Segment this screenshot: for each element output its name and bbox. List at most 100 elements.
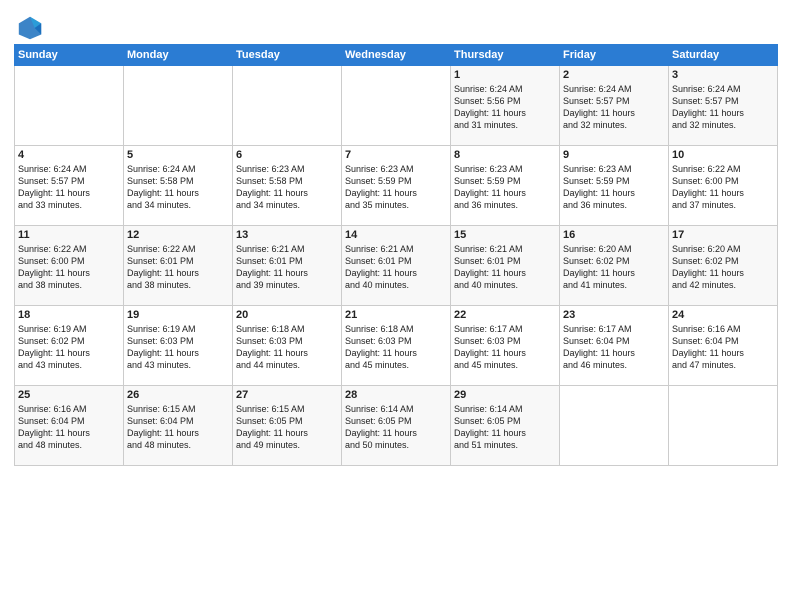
- cell-info: Sunrise: 6:21 AMSunset: 6:01 PMDaylight:…: [236, 243, 338, 292]
- week-row-1: 4Sunrise: 6:24 AMSunset: 5:57 PMDaylight…: [15, 146, 778, 226]
- cell-0-3: [342, 66, 451, 146]
- day-number: 7: [345, 149, 447, 161]
- col-header-friday: Friday: [560, 45, 669, 66]
- cell-0-0: [15, 66, 124, 146]
- cell-3-3: 21 Sunrise: 6:18 AMSunset: 6:03 PMDayligh…: [342, 306, 451, 386]
- cell-info: Sunrise: 6:18 AMSunset: 6:03 PMDaylight:…: [345, 323, 447, 372]
- cell-info: Sunrise: 6:24 AMSunset: 5:56 PMDaylight:…: [454, 83, 556, 132]
- cell-2-1: 12Sunrise: 6:22 AMSunset: 6:01 PMDayligh…: [124, 226, 233, 306]
- cell-info: Sunrise: 6:20 AMSunset: 6:02 PMDaylight:…: [672, 243, 774, 292]
- cell-1-4: 8 Sunrise: 6:23 AMSunset: 5:59 PMDaylight…: [451, 146, 560, 226]
- cell-0-6: 3 Sunrise: 6:24 AMSunset: 5:57 PMDaylight…: [669, 66, 778, 146]
- cell-3-0: 18 Sunrise: 6:19 AMSunset: 6:02 PMDayligh…: [15, 306, 124, 386]
- header-row: SundayMondayTuesdayWednesdayThursdayFrid…: [15, 45, 778, 66]
- week-row-4: 25 Sunrise: 6:16 AMSunset: 6:04 PMDayligh…: [15, 386, 778, 466]
- page: SundayMondayTuesdayWednesdayThursdayFrid…: [0, 0, 792, 612]
- day-number: 3: [672, 69, 774, 81]
- day-number: 23: [563, 309, 665, 321]
- cell-3-5: 23 Sunrise: 6:17 AMSunset: 6:04 PMDayligh…: [560, 306, 669, 386]
- day-number: 19: [127, 309, 229, 321]
- day-number: 16: [563, 229, 665, 241]
- day-number: 6: [236, 149, 338, 161]
- cell-0-4: 1 Sunrise: 6:24 AMSunset: 5:56 PMDaylight…: [451, 66, 560, 146]
- cell-info: Sunrise: 6:14 AMSunset: 6:05 PMDaylight:…: [454, 403, 556, 452]
- col-header-saturday: Saturday: [669, 45, 778, 66]
- day-number: 13: [236, 229, 338, 241]
- cell-info: Sunrise: 6:24 AMSunset: 5:57 PMDaylight:…: [563, 83, 665, 132]
- cell-0-2: [233, 66, 342, 146]
- calendar-table: SundayMondayTuesdayWednesdayThursdayFrid…: [14, 44, 778, 466]
- col-header-tuesday: Tuesday: [233, 45, 342, 66]
- day-number: 17: [672, 229, 774, 241]
- day-number: 1: [454, 69, 556, 81]
- cell-2-5: 16 Sunrise: 6:20 AMSunset: 6:02 PMDayligh…: [560, 226, 669, 306]
- day-number: 11: [18, 229, 120, 241]
- day-number: 8: [454, 149, 556, 161]
- cell-1-1: 5 Sunrise: 6:24 AMSunset: 5:58 PMDaylight…: [124, 146, 233, 226]
- day-number: 5: [127, 149, 229, 161]
- cell-info: Sunrise: 6:16 AMSunset: 6:04 PMDaylight:…: [18, 403, 120, 452]
- day-number: 25: [18, 389, 120, 401]
- cell-1-3: 7 Sunrise: 6:23 AMSunset: 5:59 PMDaylight…: [342, 146, 451, 226]
- cell-3-6: 24 Sunrise: 6:16 AMSunset: 6:04 PMDayligh…: [669, 306, 778, 386]
- cell-1-5: 9 Sunrise: 6:23 AMSunset: 5:59 PMDaylight…: [560, 146, 669, 226]
- logo: [14, 14, 44, 38]
- cell-4-5: [560, 386, 669, 466]
- cell-4-0: 25 Sunrise: 6:16 AMSunset: 6:04 PMDayligh…: [15, 386, 124, 466]
- day-number: 21: [345, 309, 447, 321]
- cell-4-6: [669, 386, 778, 466]
- cell-info: Sunrise: 6:15 AMSunset: 6:04 PMDaylight:…: [127, 403, 229, 452]
- day-number: 9: [563, 149, 665, 161]
- cell-2-3: 14Sunrise: 6:21 AMSunset: 6:01 PMDayligh…: [342, 226, 451, 306]
- cell-info: Sunrise: 6:15 AMSunset: 6:05 PMDaylight:…: [236, 403, 338, 452]
- col-header-wednesday: Wednesday: [342, 45, 451, 66]
- day-number: 18: [18, 309, 120, 321]
- week-row-0: 1 Sunrise: 6:24 AMSunset: 5:56 PMDaylight…: [15, 66, 778, 146]
- cell-2-4: 15 Sunrise: 6:21 AMSunset: 6:01 PMDayligh…: [451, 226, 560, 306]
- cell-4-1: 26 Sunrise: 6:15 AMSunset: 6:04 PMDayligh…: [124, 386, 233, 466]
- cell-info: Sunrise: 6:19 AMSunset: 6:02 PMDaylight:…: [18, 323, 120, 372]
- day-number: 10: [672, 149, 774, 161]
- day-number: 24: [672, 309, 774, 321]
- cell-info: Sunrise: 6:19 AMSunset: 6:03 PMDaylight:…: [127, 323, 229, 372]
- cell-info: Sunrise: 6:23 AMSunset: 5:59 PMDaylight:…: [454, 163, 556, 212]
- cell-info: Sunrise: 6:21 AMSunset: 6:01 PMDaylight:…: [345, 243, 447, 292]
- cell-info: Sunrise: 6:20 AMSunset: 6:02 PMDaylight:…: [563, 243, 665, 292]
- day-number: 15: [454, 229, 556, 241]
- cell-info: Sunrise: 6:23 AMSunset: 5:58 PMDaylight:…: [236, 163, 338, 212]
- cell-info: Sunrise: 6:24 AMSunset: 5:57 PMDaylight:…: [672, 83, 774, 132]
- day-number: 26: [127, 389, 229, 401]
- day-number: 22: [454, 309, 556, 321]
- cell-info: Sunrise: 6:23 AMSunset: 5:59 PMDaylight:…: [345, 163, 447, 212]
- cell-4-3: 28 Sunrise: 6:14 AMSunset: 6:05 PMDayligh…: [342, 386, 451, 466]
- week-row-2: 11Sunrise: 6:22 AMSunset: 6:00 PMDayligh…: [15, 226, 778, 306]
- cell-0-1: [124, 66, 233, 146]
- cell-3-4: 22Sunrise: 6:17 AMSunset: 6:03 PMDayligh…: [451, 306, 560, 386]
- cell-4-2: 27Sunrise: 6:15 AMSunset: 6:05 PMDayligh…: [233, 386, 342, 466]
- cell-info: Sunrise: 6:22 AMSunset: 6:00 PMDaylight:…: [672, 163, 774, 212]
- day-number: 12: [127, 229, 229, 241]
- day-number: 29: [454, 389, 556, 401]
- col-header-sunday: Sunday: [15, 45, 124, 66]
- day-number: 2: [563, 69, 665, 81]
- cell-2-0: 11Sunrise: 6:22 AMSunset: 6:00 PMDayligh…: [15, 226, 124, 306]
- cell-info: Sunrise: 6:16 AMSunset: 6:04 PMDaylight:…: [672, 323, 774, 372]
- cell-2-6: 17 Sunrise: 6:20 AMSunset: 6:02 PMDayligh…: [669, 226, 778, 306]
- cell-info: Sunrise: 6:14 AMSunset: 6:05 PMDaylight:…: [345, 403, 447, 452]
- col-header-monday: Monday: [124, 45, 233, 66]
- day-number: 28: [345, 389, 447, 401]
- week-row-3: 18 Sunrise: 6:19 AMSunset: 6:02 PMDayligh…: [15, 306, 778, 386]
- cell-info: Sunrise: 6:23 AMSunset: 5:59 PMDaylight:…: [563, 163, 665, 212]
- cell-1-2: 6 Sunrise: 6:23 AMSunset: 5:58 PMDaylight…: [233, 146, 342, 226]
- cell-2-2: 13 Sunrise: 6:21 AMSunset: 6:01 PMDayligh…: [233, 226, 342, 306]
- cell-1-6: 10 Sunrise: 6:22 AMSunset: 6:00 PMDayligh…: [669, 146, 778, 226]
- cell-4-4: 29 Sunrise: 6:14 AMSunset: 6:05 PMDayligh…: [451, 386, 560, 466]
- cell-info: Sunrise: 6:18 AMSunset: 6:03 PMDaylight:…: [236, 323, 338, 372]
- logo-icon: [16, 14, 44, 42]
- header: [14, 10, 778, 38]
- cell-info: Sunrise: 6:17 AMSunset: 6:04 PMDaylight:…: [563, 323, 665, 372]
- cell-0-5: 2 Sunrise: 6:24 AMSunset: 5:57 PMDaylight…: [560, 66, 669, 146]
- cell-info: Sunrise: 6:21 AMSunset: 6:01 PMDaylight:…: [454, 243, 556, 292]
- cell-info: Sunrise: 6:24 AMSunset: 5:58 PMDaylight:…: [127, 163, 229, 212]
- cell-info: Sunrise: 6:24 AMSunset: 5:57 PMDaylight:…: [18, 163, 120, 212]
